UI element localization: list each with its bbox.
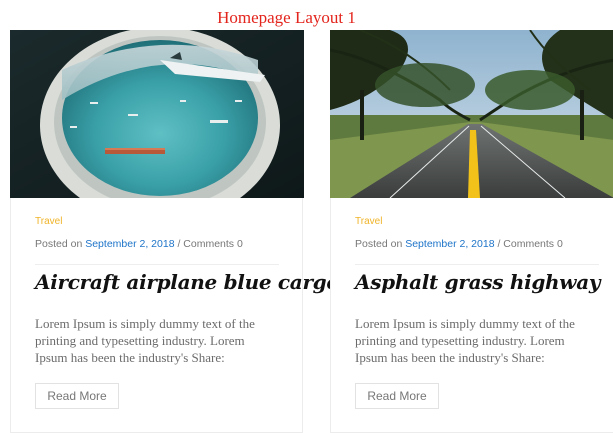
post-category[interactable]: Travel — [355, 216, 382, 227]
post-card: Travel Posted on September 2, 2018 / Com… — [330, 30, 613, 433]
post-title[interactable]: Aircraft airplane blue cargo — [35, 270, 340, 294]
post-meta: Posted on September 2, 2018 / Comments 0 — [355, 238, 563, 250]
meta-separator: / — [497, 238, 501, 250]
post-image-highway[interactable] — [330, 30, 613, 198]
comments-count[interactable]: Comments 0 — [183, 238, 243, 250]
divider — [35, 264, 279, 265]
post-image-airplane-window[interactable] — [10, 30, 304, 198]
layout-title: Homepage Layout 1 — [217, 8, 356, 27]
posted-on-label: Posted on — [355, 238, 403, 250]
post-category[interactable]: Travel — [35, 216, 62, 227]
comments-count[interactable]: Comments 0 — [503, 238, 563, 250]
post-card: Travel Posted on September 2, 2018 / Com… — [10, 30, 340, 433]
divider — [355, 264, 599, 265]
post-date-link[interactable]: September 2, 2018 — [85, 238, 174, 250]
read-more-button[interactable]: Read More — [355, 383, 439, 409]
post-date-link[interactable]: September 2, 2018 — [405, 238, 494, 250]
post-title[interactable]: Asphalt grass highway — [355, 270, 605, 294]
posted-on-label: Posted on — [35, 238, 83, 250]
read-more-button[interactable]: Read More — [35, 383, 119, 409]
meta-separator: / — [177, 238, 181, 250]
post-excerpt: Lorem Ipsum is simply dummy text of the … — [355, 316, 575, 365]
post-meta: Posted on September 2, 2018 / Comments 0 — [35, 238, 243, 250]
post-excerpt: Lorem Ipsum is simply dummy text of the … — [35, 316, 255, 365]
